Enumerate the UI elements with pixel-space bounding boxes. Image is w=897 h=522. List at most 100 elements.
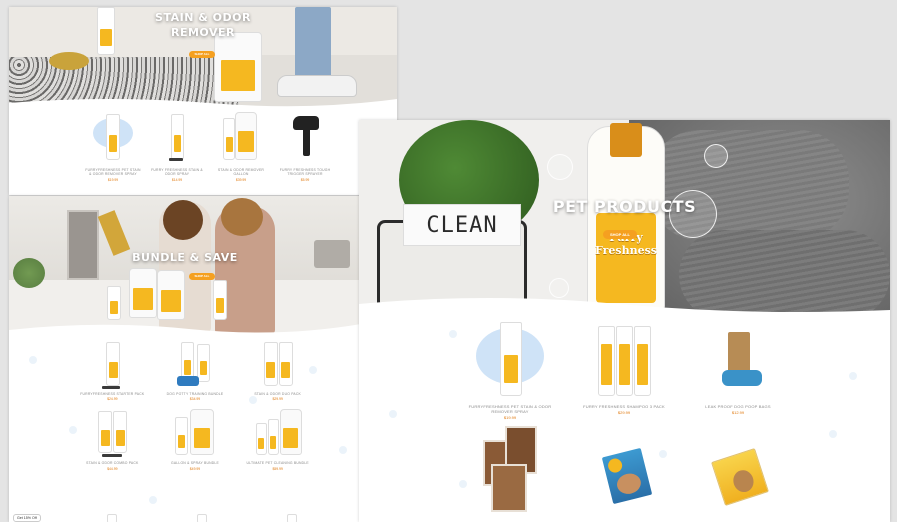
spray-bottle	[106, 114, 120, 160]
sneakers	[277, 75, 357, 97]
gallon-jug	[235, 112, 257, 160]
product-card[interactable]: FURRY FRESHNESS TOUGH TRIGGER SPRAYER $5…	[276, 110, 334, 182]
product-title[interactable]: LEAK PROOF DOG POOP BAGS	[705, 404, 770, 409]
spray-bottle	[223, 118, 235, 160]
shampoo	[598, 326, 615, 396]
shop-all-button[interactable]: SHOP ALL	[603, 230, 637, 239]
gallon-jug	[279, 409, 302, 456]
shampoo	[634, 326, 651, 396]
product-title[interactable]: FURRY FRESHNESS SHAMPOO 3 PACK	[583, 404, 665, 409]
hero-wave	[9, 324, 361, 336]
product-price: $59.99	[272, 466, 283, 471]
gallon-jug	[189, 409, 214, 456]
discount-badge[interactable]: Get 15% Off	[13, 514, 41, 522]
product-price: $12.99	[731, 410, 745, 416]
product-image[interactable]	[281, 110, 329, 166]
product-card[interactable]: STAIN & ODOR COMBO PACK $44.99	[75, 407, 150, 471]
food-bowl	[49, 52, 89, 70]
product-image[interactable]	[82, 407, 142, 459]
product-price: $34.99	[189, 397, 201, 402]
product-card[interactable]	[573, 426, 675, 519]
oven	[67, 210, 99, 280]
product-grid: FURRYFRESHNESS STARTER PACK $24.99 DOG P…	[75, 338, 315, 471]
gallon-jug-image	[157, 270, 185, 320]
product-title[interactable]: STAIN & ODOR DUO PACK	[254, 392, 301, 396]
product-card[interactable]: ULTIMATE PET CLEANING BUNDLE $59.99	[240, 407, 315, 471]
spray-bottle	[263, 342, 278, 386]
spray-bottle	[196, 344, 210, 382]
product-image[interactable]	[89, 110, 137, 166]
product-image[interactable]	[584, 318, 664, 402]
product-title[interactable]: DOG POTTY TRAINING BUNDLE	[167, 392, 224, 396]
product-image[interactable]	[165, 407, 225, 459]
bag-rolls	[722, 370, 762, 386]
product-price: $24.99	[107, 397, 118, 402]
product-card[interactable]: FURRY FRESHNESS STAIN & ODOR SPRAY $14.9…	[148, 110, 206, 182]
shop-all-button[interactable]: SHOP ALL	[189, 273, 215, 280]
product-image[interactable]	[248, 407, 308, 459]
spray-bottle	[255, 423, 267, 456]
gallon-jug-image	[129, 268, 157, 318]
product-image[interactable]	[217, 110, 265, 166]
book-cover	[601, 448, 653, 505]
spray-bottle-image	[107, 286, 121, 320]
product-grid: FURRYFRESHNESS PET STAIN & ODOR REMOVER …	[459, 318, 789, 519]
product-title[interactable]: STAIN & ODOR COMBO PACK	[86, 461, 138, 465]
trigger-sprayer	[102, 386, 121, 389]
stain-odor-page-preview: STAIN & ODOR REMOVER SHOP ALL FURRYFRESH…	[9, 7, 397, 195]
stain-odor-hero: STAIN & ODOR REMOVER SHOP ALL	[9, 7, 397, 107]
product-title[interactable]: FURRYFRESHNESS PET STAIN & ODOR REMOVER …	[84, 168, 142, 177]
product-card[interactable]: DOG POTTY TRAINING BUNDLE $34.99	[158, 338, 233, 401]
product-grid: FURRYFRESHNESS PET STAIN & ODOR REMOVER …	[84, 110, 334, 182]
hero-title: BUNDLE & SAVE	[132, 251, 238, 264]
product-image[interactable]	[165, 338, 225, 390]
product-card[interactable]: STAIN & ODOR REMOVER GALLON $39.99	[212, 110, 270, 182]
product-card[interactable]	[459, 426, 561, 519]
product-price: $44.99	[107, 466, 118, 471]
product-price: $29.99	[617, 410, 631, 416]
product-title[interactable]: GALLON & SPRAY BUNDLE	[171, 461, 219, 465]
woman-right-hair	[221, 198, 263, 236]
product-image[interactable]	[693, 426, 783, 516]
product-card[interactable]: STAIN & ODOR DUO PACK $29.99	[240, 338, 315, 401]
product-card[interactable]: FURRYFRESHNESS STARTER PACK $24.99	[75, 338, 150, 401]
spray-bottle-image	[213, 280, 227, 320]
shampoo	[616, 326, 633, 396]
product-title[interactable]: FURRY FRESHNESS TOUGH TRIGGER SPRAYER	[276, 168, 334, 177]
product-image[interactable]	[465, 426, 555, 516]
product-title[interactable]: FURRYFRESHNESS STARTER PACK	[80, 392, 144, 396]
product-image[interactable]	[698, 318, 778, 402]
product-price: $5.99	[300, 177, 310, 182]
product-title[interactable]: FURRY FRESHNESS STAIN & ODOR SPRAY	[148, 168, 206, 177]
product-price: $14.99	[171, 177, 183, 182]
bottle-label: Furry Freshness	[595, 213, 657, 303]
spray-bottle	[98, 411, 113, 454]
product-title[interactable]: FURRYFRESHNESS PET STAIN & ODOR REMOVER …	[459, 404, 561, 414]
product-image[interactable]	[579, 426, 669, 516]
trigger-sprayer	[102, 454, 123, 458]
product-card[interactable]	[687, 426, 789, 519]
shampoo-bottle: Furry Freshness	[587, 123, 665, 312]
product-title[interactable]: ULTIMATE PET CLEANING BUNDLE	[247, 461, 309, 465]
spray-bottle	[278, 342, 293, 386]
book-cover	[711, 448, 769, 507]
product-price: $49.99	[189, 466, 201, 471]
bubble	[704, 144, 728, 168]
product-image[interactable]	[470, 318, 550, 402]
bundle-hero: BUNDLE & SAVE SHOP ALL	[9, 196, 361, 334]
product-card[interactable]: LEAK PROOF DOG POOP BAGS $12.99	[687, 318, 789, 420]
product-card[interactable]: FURRYFRESHNESS PET STAIN & ODOR REMOVER …	[459, 318, 561, 420]
product-image[interactable]	[82, 338, 142, 390]
product-card[interactable]: FURRY FRESHNESS SHAMPOO 3 PACK $29.99	[573, 318, 675, 420]
product-card[interactable]: FURRYFRESHNESS PET STAIN & ODOR REMOVER …	[84, 110, 142, 182]
product-image[interactable]	[153, 110, 201, 166]
bundle-save-page-preview: BUNDLE & SAVE SHOP ALL FURRYFRESHNESS ST…	[9, 196, 361, 522]
product-price: $29.99	[272, 397, 283, 402]
pet-products-page-preview: CLEAN Furry Freshness PET PRODUCTS SHOP …	[359, 120, 890, 522]
shop-all-button[interactable]: SHOP ALL	[189, 51, 215, 58]
product-title[interactable]: STAIN & ODOR REMOVER GALLON	[212, 168, 270, 177]
hero-title: STAIN & ODOR REMOVER	[155, 11, 251, 39]
hero-title: PET PRODUCTS	[552, 197, 697, 216]
product-image[interactable]	[248, 338, 308, 390]
product-card[interactable]: GALLON & SPRAY BUNDLE $49.99	[158, 407, 233, 471]
